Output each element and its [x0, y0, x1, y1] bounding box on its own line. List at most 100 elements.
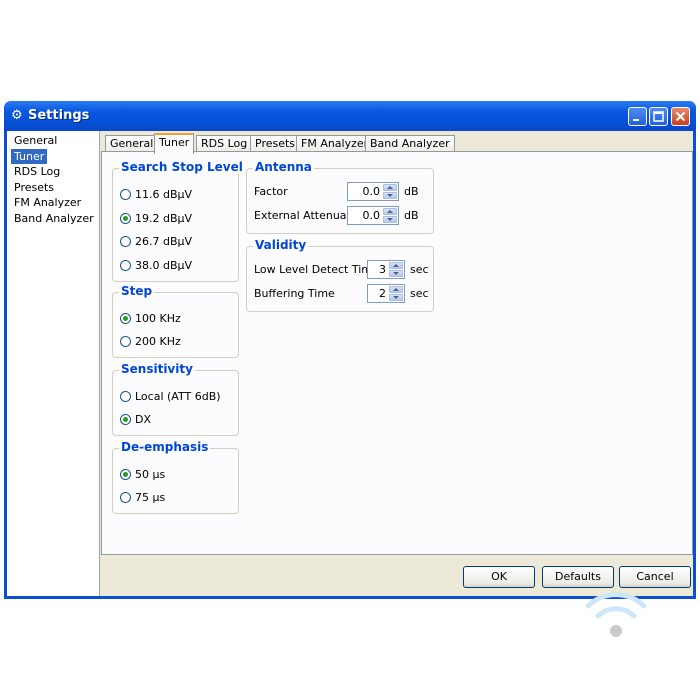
nav-item-fm-analyzer[interactable]: FM Analyzer	[11, 195, 84, 211]
low-level-detect-time-unit: sec	[410, 263, 429, 276]
spin-up-button[interactable]	[383, 184, 397, 191]
arrow-down-icon	[393, 272, 399, 275]
radio-de-emphasis-50[interactable]: 50 µs	[120, 466, 165, 482]
close-button[interactable]	[671, 107, 690, 126]
radio-circle	[120, 235, 131, 247]
radio-sensitivity-local[interactable]: Local (ATT 6dB)	[120, 388, 221, 404]
nav-item-general[interactable]: General	[11, 133, 60, 149]
radio-label: 75 µs	[135, 490, 166, 504]
maximize-button[interactable]	[649, 107, 668, 126]
spin-down-button[interactable]	[383, 216, 397, 223]
radio-circle	[120, 188, 131, 200]
nav-item-band-analyzer[interactable]: Band Analyzer	[11, 211, 97, 227]
radio-label: 38.0 dBµV	[135, 258, 193, 272]
buffering-time-value: 2	[379, 287, 386, 300]
wifi-icon	[585, 592, 647, 637]
radio-circle	[120, 259, 131, 271]
low-level-detect-time-value: 3	[379, 263, 386, 276]
arrow-down-icon	[387, 218, 393, 221]
nav-item-presets[interactable]: Presets	[11, 180, 57, 196]
radio-sensitivity-dx[interactable]: DX	[120, 411, 151, 427]
external-attenuator-spin-arrows	[383, 208, 397, 223]
antenna-group: Antenna Factor 0.0 dB External Attenuato…	[246, 160, 434, 234]
buffering-time-spinbox[interactable]: 2	[367, 284, 405, 303]
ok-button[interactable]: OK	[463, 566, 535, 588]
spin-down-button[interactable]	[383, 192, 397, 199]
external-attenuator-value: 0.0	[362, 209, 381, 222]
radio-circle-selected	[120, 468, 131, 480]
radio-label: Local (ATT 6dB)	[135, 389, 221, 403]
factor-spin-arrows	[383, 184, 397, 199]
settings-window: ⚙ Settings General Tuner RDS Log Presets…	[4, 101, 696, 599]
buffering-spin-arrows	[389, 286, 403, 301]
radio-step-100[interactable]: 100 KHz	[120, 310, 181, 326]
defaults-button[interactable]: Defaults	[542, 566, 614, 588]
tuner-tab-panel: Search Stop Level 11.6 dBµV 19.2 dBµV 26…	[101, 151, 693, 555]
minimize-button[interactable]	[628, 107, 647, 126]
buffering-time-label: Buffering Time	[254, 287, 335, 300]
tab-band-analyzer[interactable]: Band Analyzer	[365, 135, 455, 152]
radio-circle-selected	[120, 312, 131, 324]
tab-rds-log[interactable]: RDS Log	[196, 135, 253, 152]
radio-circle-selected	[120, 413, 131, 425]
radio-circle	[120, 335, 131, 347]
arrow-up-icon	[387, 186, 393, 189]
spin-down-button[interactable]	[389, 294, 403, 301]
tab-fm-analyzer[interactable]: FM Analyzer	[296, 135, 374, 152]
de-emphasis-title: De-emphasis	[119, 440, 211, 454]
arrow-down-icon	[387, 194, 393, 197]
radio-label: 11.6 dBµV	[135, 187, 193, 201]
gears-icon: ⚙	[11, 108, 23, 123]
factor-spinbox[interactable]: 0.0	[347, 182, 399, 201]
radio-search-stop-11-6[interactable]: 11.6 dBµV	[120, 186, 192, 202]
tab-general[interactable]: General	[105, 135, 159, 152]
spin-up-button[interactable]	[389, 262, 403, 269]
radio-search-stop-26-7[interactable]: 26.7 dBµV	[120, 233, 192, 249]
minimize-icon	[633, 119, 639, 121]
buffering-time-unit: sec	[410, 287, 429, 300]
factor-value: 0.0	[362, 185, 381, 198]
nav-item-rds-log[interactable]: RDS Log	[11, 164, 63, 180]
low-level-detect-time-label: Low Level Detect Time	[254, 263, 379, 276]
factor-unit: dB	[404, 185, 419, 198]
spin-up-button[interactable]	[389, 286, 403, 293]
de-emphasis-group: De-emphasis 50 µs 75 µs	[112, 440, 239, 514]
maximize-icon	[653, 111, 664, 122]
radio-search-stop-19-2[interactable]: 19.2 dBµV	[120, 210, 192, 226]
validity-title: Validity	[253, 238, 309, 252]
tab-presets[interactable]: Presets	[250, 135, 301, 152]
close-icon	[675, 111, 686, 122]
radio-circle-selected	[120, 212, 131, 224]
sensitivity-title: Sensitivity	[119, 362, 195, 376]
settings-nav-list[interactable]: General Tuner RDS Log Presets FM Analyze…	[7, 131, 100, 596]
window-title: Settings	[28, 108, 90, 123]
step-title: Step	[119, 284, 155, 298]
radio-circle	[120, 390, 131, 402]
settings-content: General Tuner RDS Log Presets FM Analyze…	[101, 131, 693, 596]
validity-group: Validity Low Level Detect Time 3 sec Buf…	[246, 238, 434, 312]
radio-label: 26.7 dBµV	[135, 234, 193, 248]
radio-label: 19.2 dBµV	[135, 211, 193, 225]
radio-step-200[interactable]: 200 KHz	[120, 333, 181, 349]
step-group: Step 100 KHz 200 KHz	[112, 284, 239, 358]
external-attenuator-label: External Attenuator	[254, 209, 363, 222]
external-attenuator-spinbox[interactable]: 0.0	[347, 206, 399, 225]
spin-down-button[interactable]	[389, 270, 403, 277]
window-client: General Tuner RDS Log Presets FM Analyze…	[7, 131, 693, 596]
radio-label: DX	[135, 412, 152, 426]
cancel-button[interactable]: Cancel	[619, 566, 691, 588]
sensitivity-group: Sensitivity Local (ATT 6dB) DX	[112, 362, 239, 436]
factor-label: Factor	[254, 185, 288, 198]
spin-up-button[interactable]	[383, 208, 397, 215]
arrow-up-icon	[393, 288, 399, 291]
arrow-up-icon	[387, 210, 393, 213]
title-bar[interactable]: ⚙ Settings	[4, 101, 696, 131]
low-level-detect-time-spinbox[interactable]: 3	[367, 260, 405, 279]
radio-circle	[120, 491, 131, 503]
arrow-down-icon	[393, 296, 399, 299]
radio-de-emphasis-75[interactable]: 75 µs	[120, 489, 165, 505]
search-stop-level-title: Search Stop Level	[119, 160, 245, 174]
radio-search-stop-38-0[interactable]: 38.0 dBµV	[120, 257, 192, 273]
nav-item-tuner[interactable]: Tuner	[11, 148, 48, 164]
tab-tuner[interactable]: Tuner	[154, 133, 195, 154]
